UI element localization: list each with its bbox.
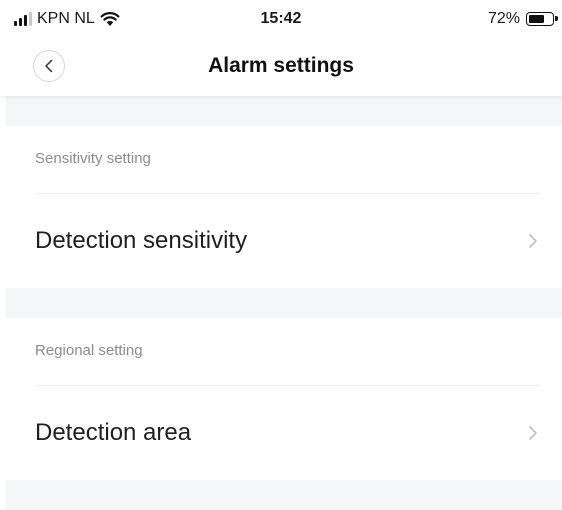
status-time: 15:42	[260, 10, 302, 27]
status-bar: KPN NL 15:42 72%	[0, 0, 562, 40]
section-header-regional: Regional setting	[35, 342, 143, 359]
section-header-sensitivity: Sensitivity setting	[35, 150, 151, 167]
detection-area-row[interactable]: Detection area	[0, 386, 562, 480]
page-title: Alarm settings	[208, 54, 354, 77]
section-separator	[6, 96, 562, 126]
battery-percentage: 72%	[487, 10, 520, 27]
status-right: 72%	[487, 10, 558, 28]
detection-sensitivity-row[interactable]: Detection sensitivity	[0, 194, 562, 288]
detection-sensitivity-label: Detection sensitivity	[35, 227, 248, 254]
detection-area-label: Detection area	[35, 419, 192, 446]
section-separator	[6, 480, 562, 510]
battery-fill	[529, 15, 544, 23]
section-separator	[6, 288, 562, 318]
chevron-right-icon	[529, 234, 537, 248]
navigation-bar: Alarm settings	[0, 40, 562, 96]
chevron-right-icon	[529, 426, 537, 440]
battery-icon	[526, 12, 558, 26]
